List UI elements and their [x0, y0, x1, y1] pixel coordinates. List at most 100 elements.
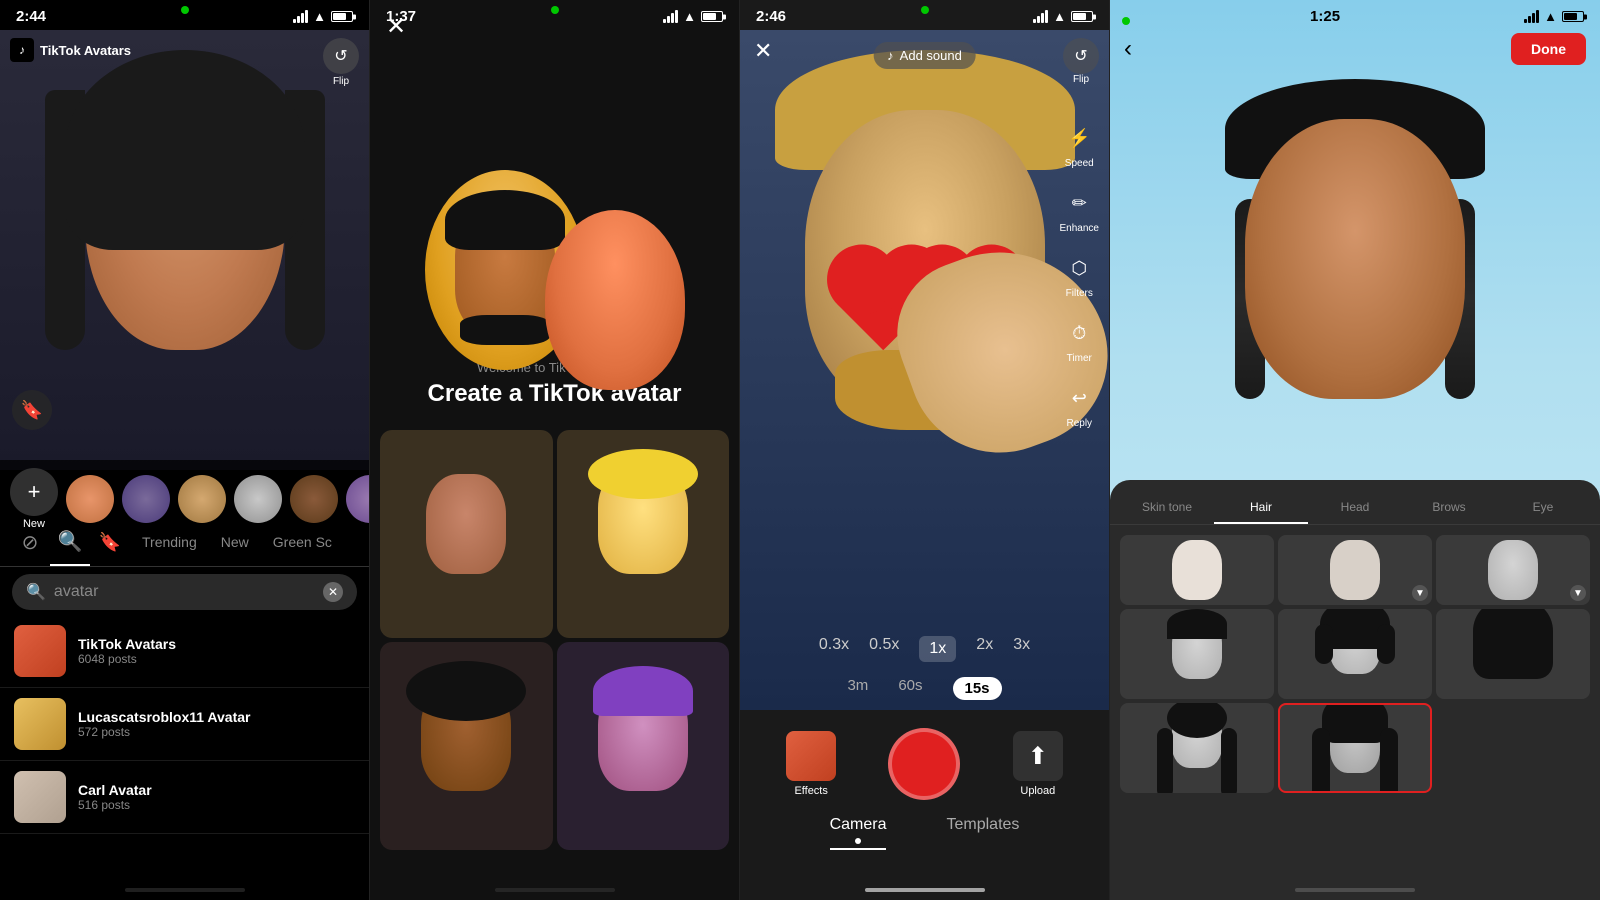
reply-control[interactable]: ↩ Reply — [1060, 380, 1099, 429]
status-icons-p2: ▲ — [663, 9, 723, 24]
hair-option-braids-selected[interactable] — [1278, 703, 1432, 793]
hair-option-none-1[interactable] — [1120, 535, 1274, 605]
enhance-control[interactable]: ✏ Enhance — [1060, 185, 1099, 234]
hair-option-none-3[interactable]: ▼ — [1436, 535, 1590, 605]
two-avatars-display — [370, 50, 739, 390]
upload-icon[interactable]: ⬆ — [1013, 731, 1063, 781]
male-face — [455, 205, 555, 335]
avatar-thumb-2[interactable] — [122, 475, 170, 523]
flip-button-p3[interactable]: ↺ Flip — [1063, 38, 1099, 85]
signal-bars-p2 — [663, 10, 678, 23]
add-circle-icon[interactable]: + — [10, 468, 58, 516]
avatar-grid-cell-3[interactable] — [380, 642, 553, 850]
upload-button[interactable]: ⬆ Upload — [1013, 731, 1063, 797]
speed-05x[interactable]: 0.5x — [869, 636, 899, 662]
hair-option-short-black[interactable] — [1120, 609, 1274, 699]
hair-option-medium-black[interactable] — [1278, 609, 1432, 699]
timer-60s[interactable]: 60s — [898, 677, 922, 700]
speed-1x[interactable]: 1x — [919, 636, 956, 662]
timer-15s[interactable]: 15s — [953, 677, 1002, 700]
timer-icon[interactable]: ⏱ — [1061, 315, 1097, 351]
signal-bars-p1 — [293, 10, 308, 23]
welcome-text: Welcome to TikTok avatars — [370, 360, 739, 375]
wifi-icon-p2: ▲ — [683, 9, 696, 24]
search-input[interactable]: avatar — [54, 583, 315, 601]
signal-bar-p4-4 — [1536, 10, 1539, 23]
filters-icon[interactable]: ⬡ — [1061, 250, 1097, 286]
signal-bar-p3-1 — [1033, 19, 1036, 23]
tab-camera[interactable]: Camera — [830, 816, 887, 850]
avatar-thumb-4[interactable] — [234, 475, 282, 523]
filter-icon-button[interactable]: ⊘ — [10, 518, 50, 566]
tiktok-avatars-label: TikTok Avatars — [40, 43, 131, 58]
avatar-grid — [380, 430, 729, 850]
search-input-row: 🔍 avatar ✕ — [0, 566, 369, 618]
down-arrow-2[interactable]: ▼ — [1570, 585, 1586, 601]
status-icons-p3: ▲ — [1033, 9, 1093, 24]
hair-grid: ▼ ▼ — [1110, 525, 1600, 803]
customize-background: 1:25 ▲ ‹ Done — [1110, 0, 1600, 900]
enhance-icon[interactable]: ✏ — [1061, 185, 1097, 221]
search-result-item-1[interactable]: TikTok Avatars 6048 posts — [0, 615, 369, 688]
result-thumb-1 — [14, 625, 66, 677]
flip-button-p1[interactable]: ↺ Flip — [323, 38, 359, 87]
tab-templates[interactable]: Templates — [946, 816, 1019, 850]
search-result-item-2[interactable]: Lucascatsroblox11 Avatar 572 posts — [0, 688, 369, 761]
bookmark-filter-button[interactable]: 🔖 — [90, 518, 130, 566]
battery-fill-p3 — [1073, 13, 1086, 20]
tab-brows[interactable]: Brows — [1402, 492, 1496, 524]
avatar-grid-cell-2[interactable] — [557, 430, 730, 638]
hair-head-3 — [1488, 540, 1538, 600]
down-arrow-1[interactable]: ▼ — [1412, 585, 1428, 601]
search-icon-button[interactable]: 🔍 — [50, 518, 90, 566]
avatar-thumb-3[interactable] — [178, 475, 226, 523]
battery-icon-p3 — [1071, 11, 1093, 22]
effects-button[interactable]: Effects — [786, 731, 836, 797]
avatar-thumb-1[interactable] — [66, 475, 114, 523]
battery-fill-p1 — [333, 13, 346, 20]
avatar-grid-cell-1[interactable] — [380, 430, 553, 638]
avatar-thumb-5[interactable] — [290, 475, 338, 523]
flip-icon-p3[interactable]: ↺ — [1063, 38, 1099, 74]
hair-option-none-2[interactable]: ▼ — [1278, 535, 1432, 605]
flip-icon[interactable]: ↺ — [323, 38, 359, 74]
speed-icon[interactable]: ⚡ — [1061, 120, 1097, 156]
status-bar-p2: 1:37 ▲ — [370, 0, 739, 29]
bottom-controls: Effects ⬆ Upload — [740, 728, 1109, 800]
tab-eye[interactable]: Eye — [1496, 492, 1590, 524]
bookmark-button-p1[interactable]: 🔖 — [12, 390, 52, 430]
customize-tabs-row: Skin tone Hair Head Brows Eye — [1110, 480, 1600, 525]
search-icon: 🔍 — [26, 582, 46, 602]
hair-option-long-black[interactable] — [1436, 609, 1590, 699]
avatar-thumb-6[interactable] — [346, 475, 370, 523]
timer-control[interactable]: ⏱ Timer — [1060, 315, 1099, 364]
close-button-p2[interactable]: ✕ — [386, 12, 406, 41]
search-input-box[interactable]: 🔍 avatar ✕ — [12, 574, 357, 610]
panel-camera: 2:46 ▲ ✕ ♪ Add sound ↺ Flip — [740, 0, 1110, 900]
filter-tab-greensc[interactable]: Green Sc — [261, 518, 344, 566]
speed-label: Speed — [1065, 158, 1094, 169]
record-button[interactable] — [888, 728, 960, 800]
add-sound-button[interactable]: ♪ Add sound — [873, 42, 976, 69]
back-button-p4[interactable]: ‹ — [1124, 35, 1132, 63]
tab-head[interactable]: Head — [1308, 492, 1402, 524]
filters-control[interactable]: ⬡ Filters — [1060, 250, 1099, 299]
filter-tab-trending[interactable]: Trending — [130, 518, 209, 566]
done-button[interactable]: Done — [1511, 33, 1586, 65]
result-info-3: Carl Avatar 516 posts — [78, 782, 355, 812]
flip-label-p3: Flip — [1073, 74, 1089, 85]
clear-search-button[interactable]: ✕ — [323, 582, 343, 602]
tab-skintone[interactable]: Skin tone — [1120, 492, 1214, 524]
speed-control[interactable]: ⚡ Speed — [1060, 120, 1099, 169]
speed-2x[interactable]: 2x — [976, 636, 993, 662]
timer-3m[interactable]: 3m — [847, 677, 868, 700]
reply-icon[interactable]: ↩ — [1061, 380, 1097, 416]
close-button-p3[interactable]: ✕ — [754, 38, 772, 64]
tab-hair[interactable]: Hair — [1214, 492, 1308, 524]
hair-option-braids[interactable] — [1120, 703, 1274, 793]
filter-tab-new[interactable]: New — [209, 518, 261, 566]
speed-3x[interactable]: 3x — [1013, 636, 1030, 662]
avatar-grid-cell-4[interactable] — [557, 642, 730, 850]
search-result-item-3[interactable]: Carl Avatar 516 posts — [0, 761, 369, 834]
speed-03x[interactable]: 0.3x — [819, 636, 849, 662]
